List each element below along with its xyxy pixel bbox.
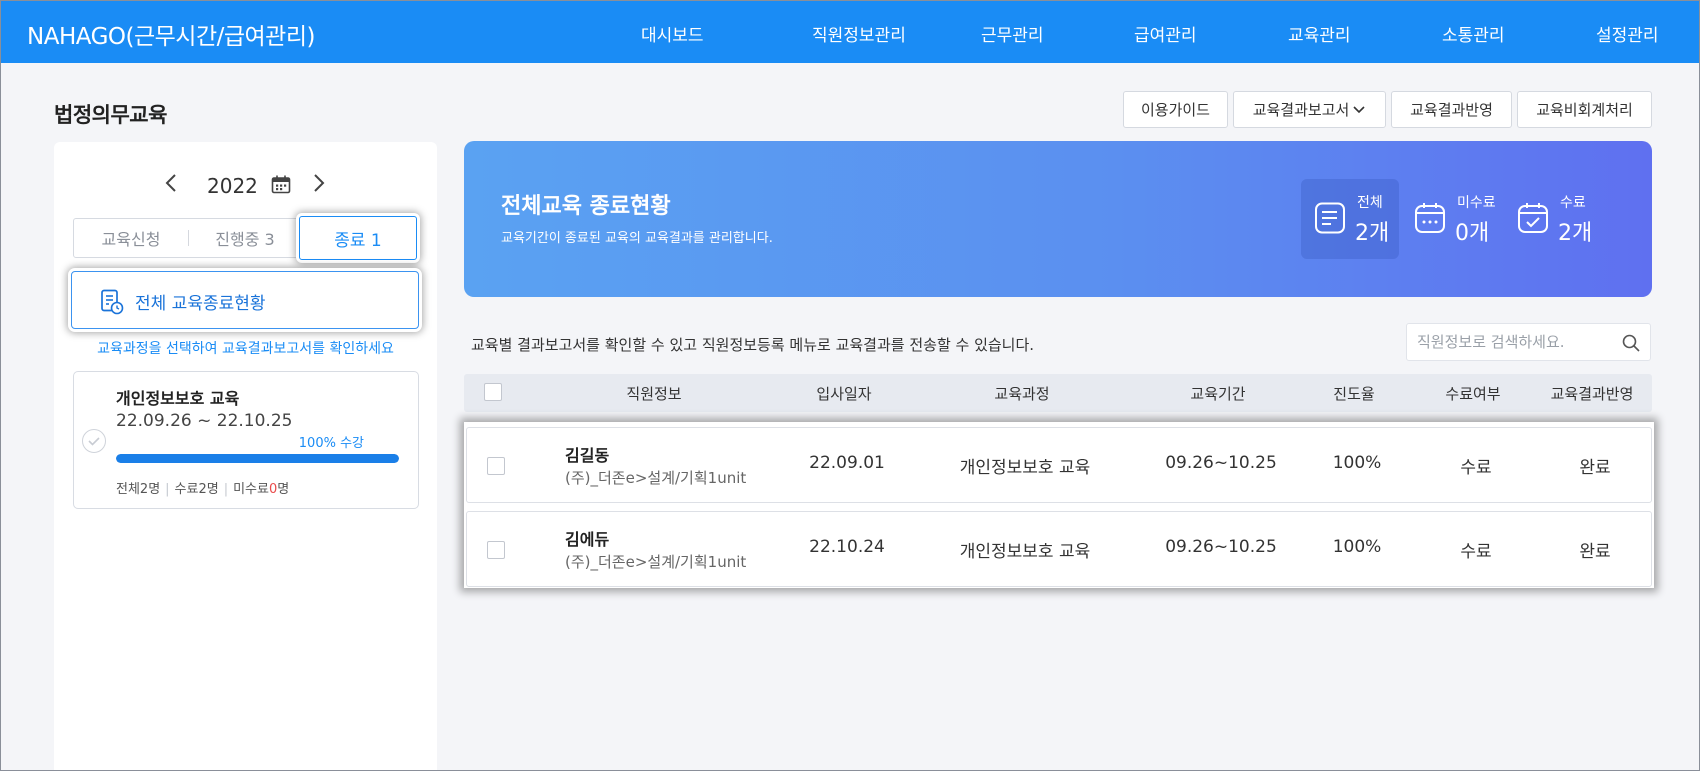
- stat-pending-box[interactable]: 미수료 0개: [1401, 179, 1499, 259]
- course-hint: 교육과정을 선택하여 교육결과보고서를 확인하세요: [97, 341, 394, 357]
- row-checkbox[interactable]: [487, 541, 505, 559]
- column-header-progress[interactable]: 진도율: [1333, 383, 1374, 404]
- tab-apply-label: 교육신청: [101, 230, 161, 249]
- course-title: 개인정보보호 교육: [116, 389, 240, 408]
- nav-item-dashboard[interactable]: 대시보드: [641, 21, 704, 46]
- app-title[interactable]: NAHAGO(근무시간/급여관리): [27, 17, 315, 51]
- next-year-icon[interactable]: [313, 173, 325, 199]
- course-stats: 전체2명 | 수료2명 | 미수료0명: [116, 478, 289, 497]
- prev-year-icon[interactable]: [165, 173, 177, 199]
- result-status: 완료: [1579, 542, 1611, 562]
- banner-title: 전체교육 종료현황: [501, 194, 671, 219]
- completion-status: 수료: [1460, 458, 1492, 478]
- stat-pending-label: 미수료: [1457, 195, 1496, 211]
- accounting-button[interactable]: 교육비회계처리: [1517, 91, 1652, 128]
- year-label: 2022: [207, 174, 258, 198]
- document-clock-icon: [100, 289, 124, 315]
- top-navigation: NAHAGO(근무시간/급여관리) 대시보드 직원정보관리 근무관리 급여관리 …: [1, 1, 1699, 63]
- stat-total-value: 2개: [1355, 221, 1390, 246]
- stat-total-box[interactable]: 전체 2개: [1301, 179, 1399, 259]
- column-header-course[interactable]: 교육과정: [994, 383, 1049, 404]
- column-header-period[interactable]: 교육기간: [1190, 383, 1245, 404]
- completion-status: 수료: [1460, 542, 1492, 562]
- table-header: 직원정보 입사일자 교육과정 교육기간 진도율 수료여부 교육결과반영: [464, 374, 1652, 412]
- tab-completed-label: 종료 1: [334, 230, 382, 251]
- apply-result-label: 교육결과반영: [1410, 101, 1493, 119]
- stat-done-box[interactable]: 수료 2개: [1504, 179, 1602, 259]
- employee-dept: (주)_더존e>설계/기획1unit: [565, 553, 747, 571]
- progress-rate: 100%: [1332, 537, 1382, 557]
- result-status: 완료: [1579, 458, 1611, 478]
- course-period: 09.26~10.25: [1165, 453, 1277, 473]
- year-navigator: 2022: [54, 169, 437, 201]
- calendar-pending-icon: [1413, 201, 1447, 235]
- nav-item-communication[interactable]: 소통관리: [1442, 21, 1505, 46]
- tab-in-progress-label: 진행중 3: [215, 230, 275, 249]
- guide-button[interactable]: 이용가이드: [1123, 91, 1228, 128]
- nav-item-payroll[interactable]: 급여관리: [1134, 21, 1197, 46]
- stat-divider: |: [165, 482, 170, 497]
- stat-total: 전체2명: [116, 482, 161, 497]
- calendar-icon[interactable]: [271, 175, 291, 194]
- stat-done-label: 수료: [1560, 195, 1586, 211]
- course-period: 09.26~10.25: [1165, 537, 1277, 557]
- guide-button-label: 이용가이드: [1140, 101, 1210, 119]
- stat-divider: |: [223, 482, 229, 497]
- table-body: 김길동 (주)_더존e>설계/기획1unit 22.09.01 개인정보보호 교…: [464, 422, 1654, 588]
- course-percent: 100% 수강: [298, 436, 364, 451]
- stat-not-done-prefix: 미수료: [233, 482, 269, 497]
- report-dropdown-label: 교육결과보고서: [1252, 101, 1350, 119]
- progress-rate: 100%: [1332, 453, 1382, 473]
- check-circle-icon[interactable]: [82, 429, 106, 453]
- search-input[interactable]: [1417, 330, 1607, 354]
- employee-dept: (주)_더존e>설계/기획1unit: [565, 469, 747, 487]
- report-dropdown[interactable]: 교육결과보고서: [1233, 91, 1386, 128]
- stat-total-label: 전체: [1357, 195, 1383, 211]
- accounting-label: 교육비회계처리: [1536, 101, 1633, 119]
- calendar-check-icon: [1516, 201, 1550, 235]
- column-header-join-date[interactable]: 입사일자: [816, 383, 871, 404]
- column-header-status[interactable]: 수료여부: [1445, 383, 1500, 404]
- row-checkbox[interactable]: [487, 457, 505, 475]
- stat-done: 수료2명: [174, 482, 219, 497]
- course-card[interactable]: 개인정보보호 교육 22.09.26 ~ 22.10.25 100% 수강 전체…: [73, 371, 419, 509]
- nav-item-work[interactable]: 근무관리: [981, 21, 1044, 46]
- employee-name: 김에듀: [565, 530, 610, 549]
- course-name: 개인정보보호 교육: [959, 458, 1091, 478]
- nav-item-settings[interactable]: 설정관리: [1596, 21, 1659, 46]
- summary-banner: 전체교육 종료현황 교육기간이 종료된 교육의 교육결과를 관리합니다. 전체 …: [464, 141, 1652, 297]
- search-box: [1406, 323, 1651, 361]
- select-all-checkbox[interactable]: [484, 383, 502, 401]
- chevron-down-icon: [1353, 105, 1365, 113]
- course-dates: 22.09.26 ~ 22.10.25: [116, 411, 293, 431]
- nav-menu: 대시보드 직원정보관리 근무관리 급여관리 교육관리 소통관리 설정관리: [641, 1, 1689, 63]
- join-date: 22.10.24: [809, 537, 885, 557]
- tab-apply[interactable]: 교육신청: [74, 219, 188, 257]
- course-progress-fill: [116, 454, 399, 463]
- page-title: 법정의무교육: [54, 103, 167, 127]
- stat-pending-value: 0개: [1455, 221, 1490, 246]
- join-date: 22.09.01: [809, 453, 885, 473]
- course-name: 개인정보보호 교육: [959, 542, 1091, 562]
- column-header-result[interactable]: 교육결과반영: [1551, 383, 1634, 404]
- nav-item-employee[interactable]: 직원정보관리: [812, 21, 906, 46]
- app-window: NAHAGO(근무시간/급여관리) 대시보드 직원정보관리 근무관리 급여관리 …: [0, 0, 1700, 771]
- document-icon: [1313, 201, 1347, 235]
- all-completed-label: 전체 교육종료현황: [135, 294, 266, 314]
- search-icon[interactable]: [1622, 334, 1640, 352]
- table-row[interactable]: 김길동 (주)_더존e>설계/기획1unit 22.09.01 개인정보보호 교…: [466, 427, 1652, 503]
- employee-name: 김길동: [565, 446, 610, 465]
- stat-done-value: 2개: [1558, 221, 1593, 246]
- nav-item-education[interactable]: 교육관리: [1288, 21, 1351, 46]
- tab-in-progress[interactable]: 진행중 3: [189, 219, 301, 257]
- table-row[interactable]: 김에듀 (주)_더존e>설계/기획1unit 22.10.24 개인정보보호 교…: [466, 511, 1652, 587]
- main-description: 교육별 결과보고서를 확인할 수 있고 직원정보등록 메뉴로 교육결과를 전송할…: [471, 336, 1035, 354]
- all-completed-button[interactable]: 전체 교육종료현황: [71, 271, 419, 329]
- course-progress-bar: [116, 454, 399, 463]
- tab-completed[interactable]: 종료 1: [299, 216, 417, 260]
- apply-result-button[interactable]: 교육결과반영: [1391, 91, 1512, 128]
- banner-subtitle: 교육기간이 종료된 교육의 교육결과를 관리합니다.: [501, 231, 773, 246]
- stat-not-done-suffix: 명: [277, 482, 290, 497]
- column-header-employee[interactable]: 직원정보: [626, 383, 681, 404]
